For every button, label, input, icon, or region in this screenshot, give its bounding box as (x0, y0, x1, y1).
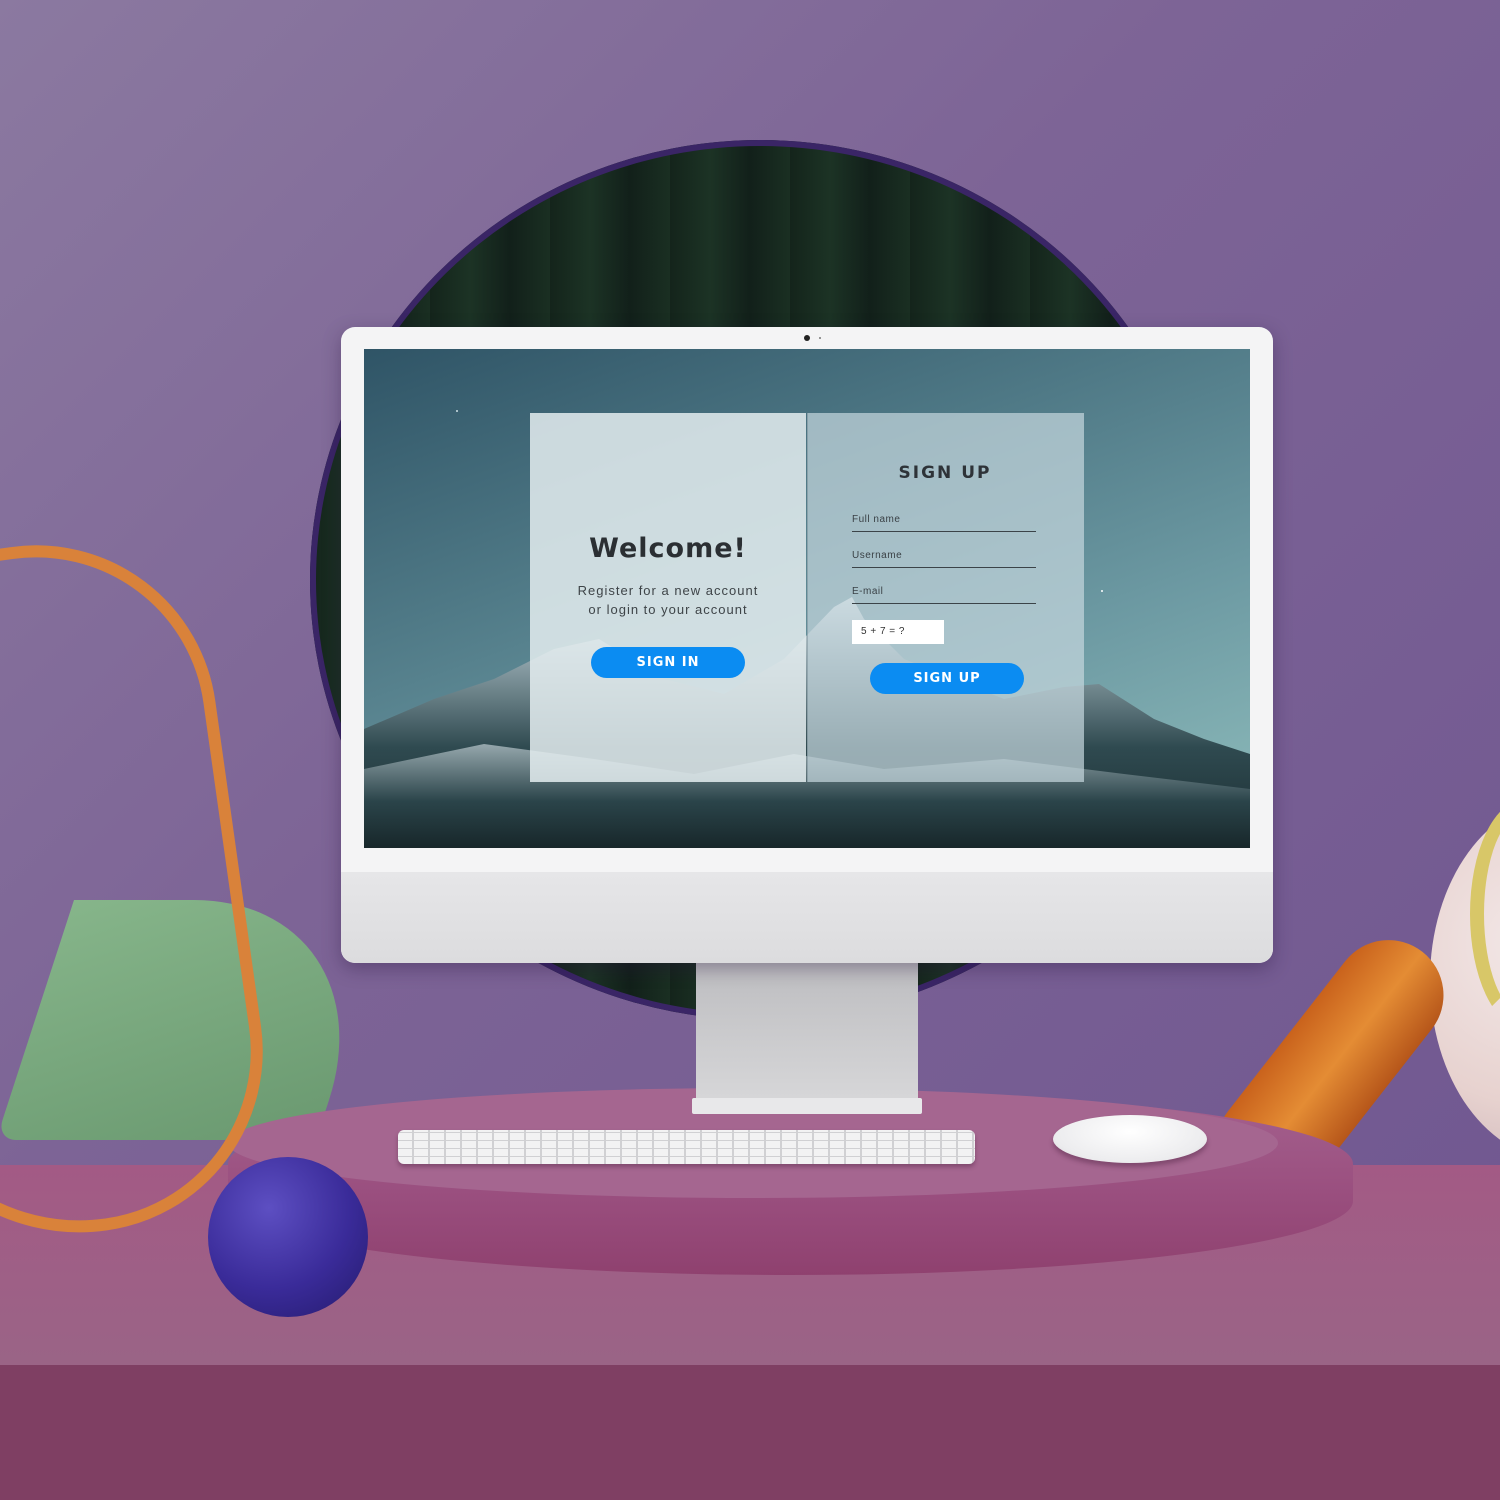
monitor-stand-foot (692, 1098, 922, 1114)
username-placeholder: Username (852, 550, 903, 561)
sign-up-button[interactable]: SIGN UP (870, 663, 1024, 694)
camera-icon (804, 335, 810, 341)
welcome-subtitle: Register for a new account or login to y… (550, 581, 786, 619)
monitor-stand (696, 963, 918, 1103)
signup-title: SIGN UP (898, 463, 992, 483)
sign-in-button[interactable]: SIGN IN (591, 647, 745, 678)
captcha-input[interactable]: 5 + 7 = ? (852, 620, 944, 644)
email-placeholder: E-mail (852, 586, 884, 597)
welcome-title: Welcome! (589, 533, 747, 564)
screen: Welcome! Register for a new account or l… (364, 349, 1250, 848)
welcome-subtitle-line-2: or login to your account (588, 602, 748, 617)
welcome-subtitle-line-1: Register for a new account (577, 583, 759, 598)
username-field[interactable]: Username (852, 549, 1036, 568)
mockup-scene: Welcome! Register for a new account or l… (0, 0, 1500, 1500)
email-field[interactable]: E-mail (852, 585, 1036, 604)
decorative-ball (208, 1157, 368, 1317)
keyboard (398, 1130, 975, 1164)
full-name-field[interactable]: Full name (852, 513, 1036, 532)
mouse (1053, 1115, 1207, 1163)
full-name-placeholder: Full name (852, 514, 901, 525)
auth-card: Welcome! Register for a new account or l… (530, 413, 1084, 782)
monitor: Welcome! Register for a new account or l… (341, 327, 1273, 963)
table-front (0, 1365, 1500, 1500)
camera-sensor-icon (819, 337, 821, 339)
monitor-chin (341, 872, 1273, 963)
